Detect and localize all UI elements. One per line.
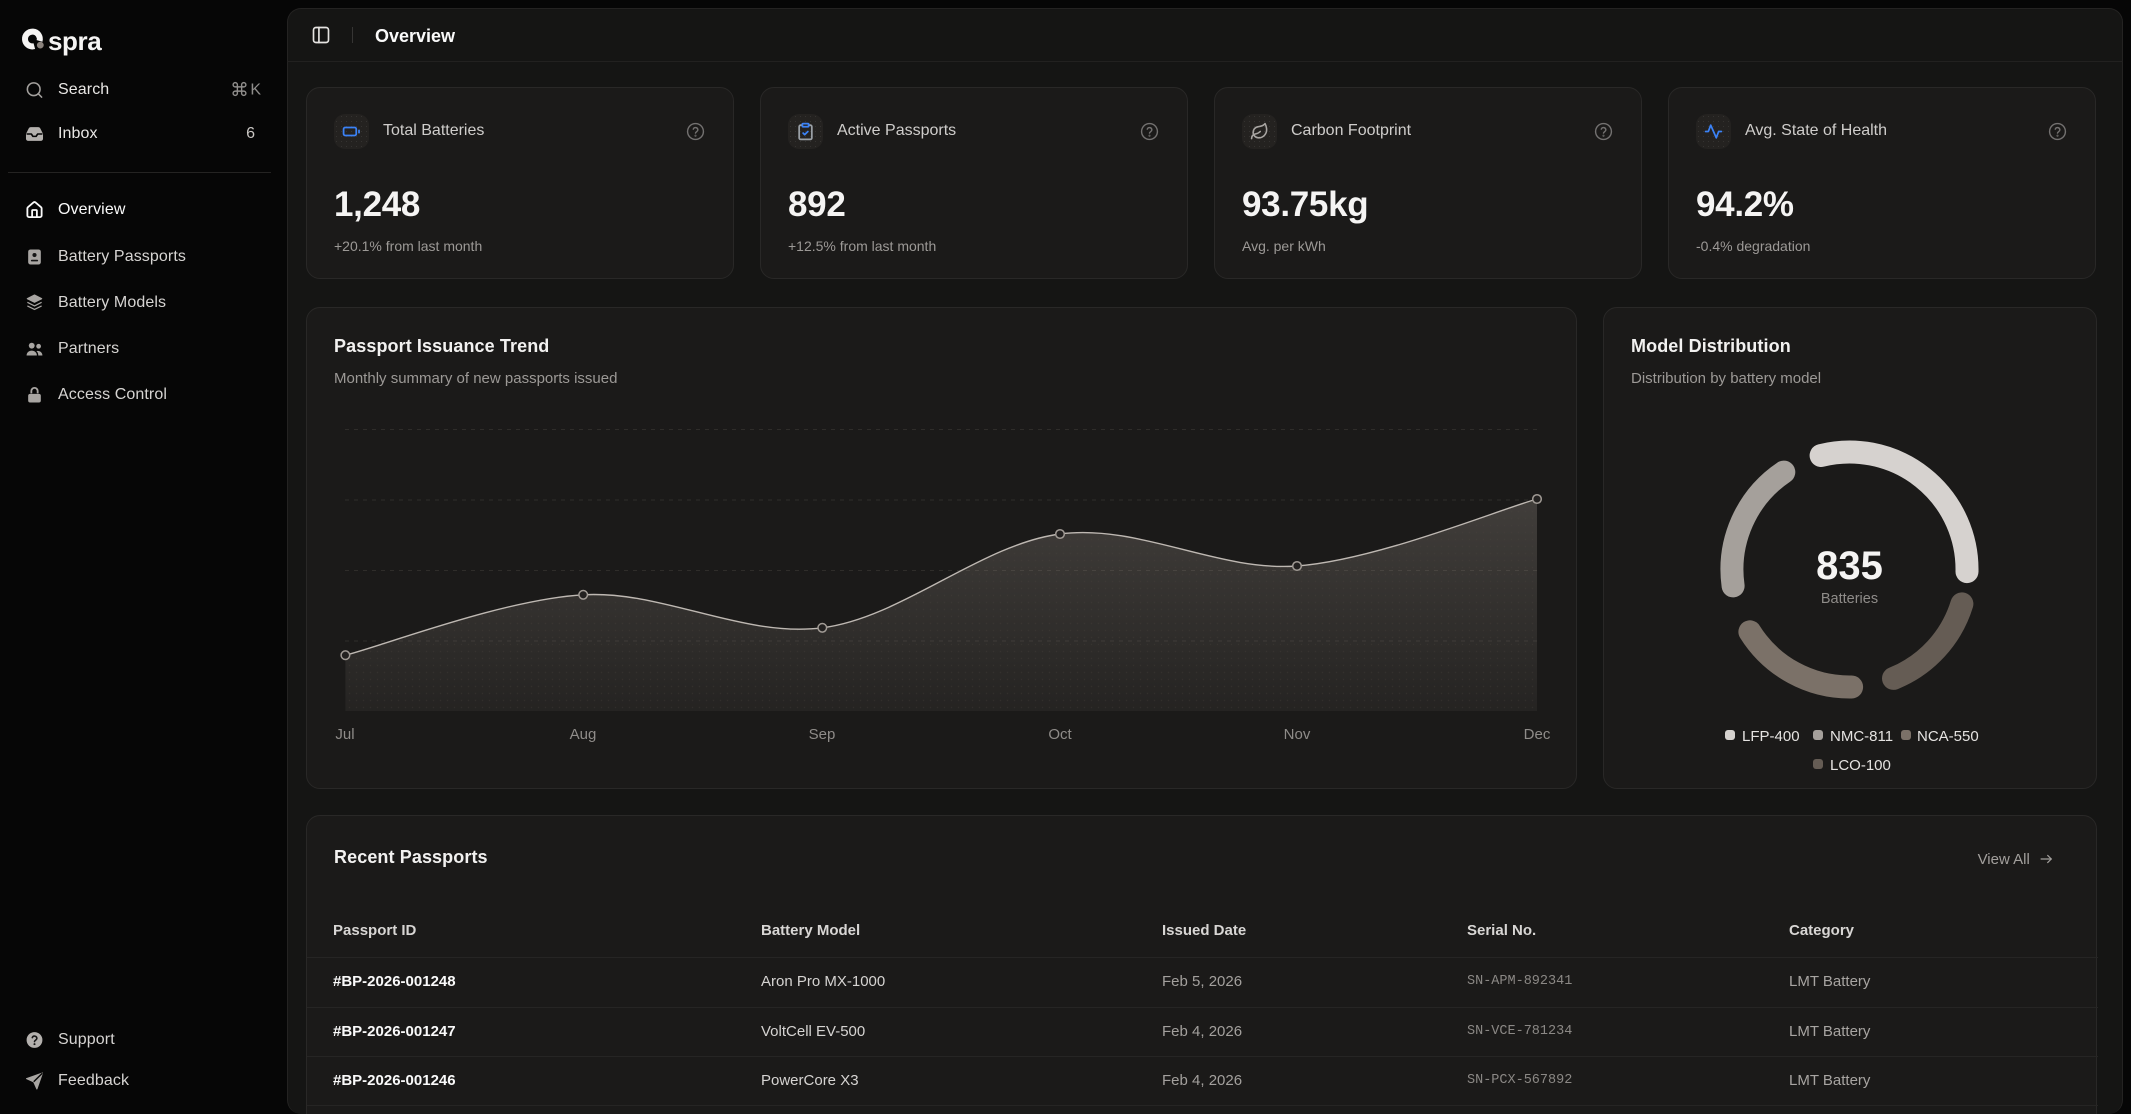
svg-text:Batteries: Batteries [1821, 591, 1878, 607]
svg-text:Dec: Dec [1524, 726, 1551, 743]
svg-text:Jul: Jul [335, 726, 354, 743]
svg-text:Sep: Sep [809, 726, 836, 743]
svg-text:Nov: Nov [1284, 726, 1311, 743]
svg-text:Aug: Aug [570, 726, 597, 743]
svg-text:835: 835 [1816, 544, 1883, 588]
svg-text:Oct: Oct [1048, 726, 1072, 743]
